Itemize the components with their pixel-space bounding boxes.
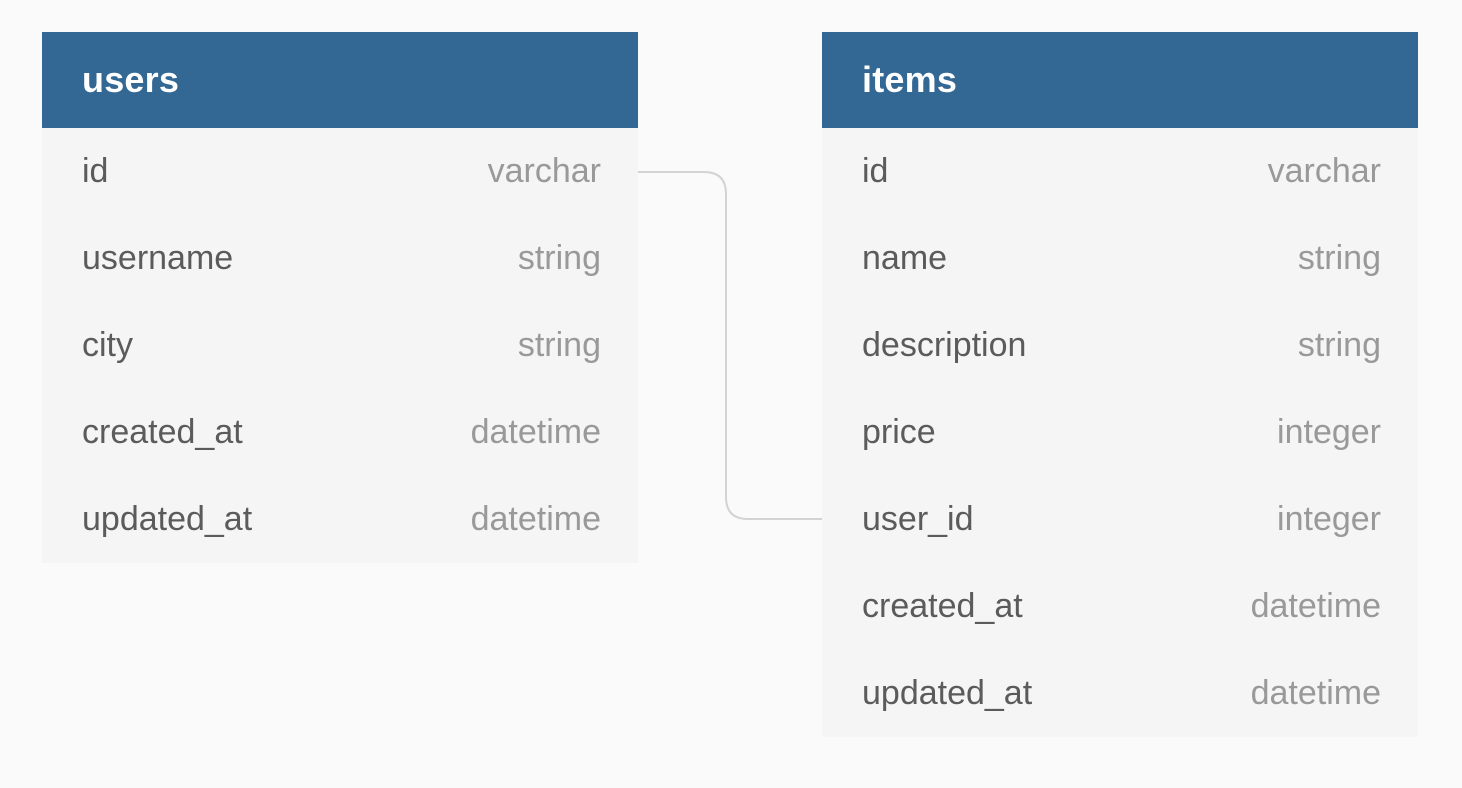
column-row[interactable]: updated_at datetime: [822, 650, 1418, 737]
users-id-to-items-user-id-line: [638, 171, 822, 520]
column-type: integer: [1277, 413, 1381, 451]
column-type: varchar: [1267, 152, 1381, 190]
table-title: items: [862, 59, 958, 100]
column-type: datetime: [1250, 587, 1381, 625]
column-name: name: [862, 239, 948, 277]
column-name: username: [82, 239, 234, 277]
column-name: id: [862, 152, 889, 190]
column-type: string: [517, 326, 601, 364]
column-row[interactable]: created_at datetime: [822, 563, 1418, 650]
column-list: id varchar name string description strin…: [822, 128, 1418, 737]
column-list: id varchar username string city string c…: [42, 128, 638, 563]
column-name: updated_at: [82, 500, 253, 538]
column-name: price: [862, 413, 936, 451]
column-name: user_id: [862, 500, 974, 538]
column-name: id: [82, 152, 109, 190]
column-name: description: [862, 326, 1027, 364]
column-type: string: [517, 239, 601, 277]
table-header[interactable]: users: [42, 32, 638, 128]
column-type: string: [1297, 239, 1381, 277]
table-users[interactable]: users id varchar username string city st…: [42, 32, 638, 563]
column-name: city: [82, 326, 133, 364]
column-type: datetime: [470, 413, 601, 451]
table-title: users: [82, 59, 180, 100]
column-type: varchar: [487, 152, 601, 190]
table-header[interactable]: items: [822, 32, 1418, 128]
column-name: created_at: [862, 587, 1023, 625]
column-row[interactable]: description string: [822, 302, 1418, 389]
column-name: created_at: [82, 413, 243, 451]
table-items[interactable]: items id varchar name string description…: [822, 32, 1418, 737]
column-type: string: [1297, 326, 1381, 364]
column-row[interactable]: updated_at datetime: [42, 476, 638, 563]
column-row[interactable]: id varchar: [42, 128, 638, 215]
column-type: datetime: [1250, 674, 1381, 712]
column-row[interactable]: city string: [42, 302, 638, 389]
column-row[interactable]: user_id integer: [822, 476, 1418, 563]
column-row[interactable]: id varchar: [822, 128, 1418, 215]
column-row[interactable]: price integer: [822, 389, 1418, 476]
column-type: datetime: [470, 500, 601, 538]
column-type: integer: [1277, 500, 1381, 538]
column-name: updated_at: [862, 674, 1033, 712]
column-row[interactable]: username string: [42, 215, 638, 302]
column-row[interactable]: created_at datetime: [42, 389, 638, 476]
column-row[interactable]: name string: [822, 215, 1418, 302]
